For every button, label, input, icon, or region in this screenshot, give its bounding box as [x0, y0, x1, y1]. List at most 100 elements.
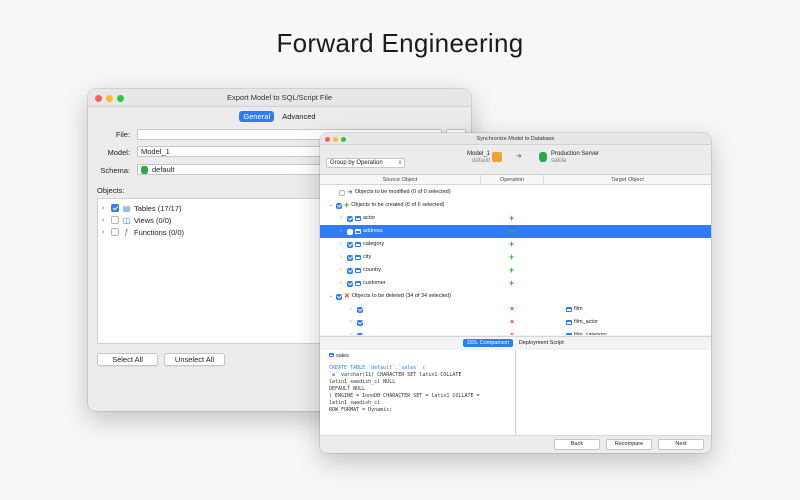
chevron-right-icon[interactable]: ›: [102, 217, 108, 224]
group-row-created[interactable]: ⌄ + Objects to be created (6 of 6 select…: [320, 199, 711, 212]
row-checkbox[interactable]: [347, 215, 353, 222]
delete-icon: ✕: [344, 293, 350, 300]
chevron-right-icon[interactable]: ›: [350, 316, 355, 329]
table-icon: [355, 255, 361, 260]
target-object: film_actor: [574, 319, 598, 325]
create-op-icon: +: [509, 239, 515, 249]
code-line: CREATE TABLE `default`.`sales` (: [329, 365, 426, 371]
tab-advanced[interactable]: Advanced: [278, 111, 319, 122]
group-row-modified[interactable]: ➜ Objects to be modified (0 of 0 selecte…: [320, 186, 711, 199]
minimize-button[interactable]: [333, 136, 338, 142]
group-checkbox[interactable]: [336, 293, 342, 300]
tab-general[interactable]: General: [239, 111, 275, 122]
table-icon: [566, 307, 572, 312]
table-icon: [355, 216, 361, 221]
tab-ddl-comparison[interactable]: DDL Comparison: [463, 339, 514, 347]
code-line: ) ENGINE = InnoDB CHARACTER SET = latin1…: [329, 393, 480, 406]
next-button[interactable]: Next: [658, 439, 704, 450]
recompare-button[interactable]: Recompare: [606, 439, 652, 450]
unselect-all-button[interactable]: Unselect All: [164, 353, 225, 366]
ddl-panel: sales CREATE TABLE `default`.`sales` ( `…: [320, 350, 516, 435]
table-icon: [355, 229, 361, 234]
chevron-right-icon[interactable]: ›: [350, 303, 355, 316]
sync-titlebar: Synchronize Model to Database: [320, 133, 711, 145]
group-label: Objects to be created (6 of 6 selected): [351, 202, 445, 208]
group-row-deleted[interactable]: ⌄ ✕ Objects to be deleted (34 of 34 sele…: [320, 290, 711, 303]
delete-op-icon: ×: [510, 319, 515, 326]
column-operation[interactable]: Operation: [481, 175, 544, 185]
source-object: city: [363, 254, 372, 260]
select-all-button[interactable]: Select All: [97, 353, 158, 366]
chevron-right-icon[interactable]: ›: [340, 264, 345, 277]
group-checkbox[interactable]: [339, 189, 345, 196]
zoom-button[interactable]: [341, 136, 346, 142]
close-button[interactable]: [325, 136, 330, 142]
chevron-right-icon[interactable]: ›: [102, 205, 108, 212]
create-op-icon: +: [509, 226, 515, 236]
row-checkbox[interactable]: [347, 254, 353, 261]
delete-op-icon: ×: [510, 306, 515, 313]
table-icon: [566, 320, 572, 325]
row-checkbox[interactable]: [347, 267, 353, 274]
tree-item-label: Functions (0/0): [134, 227, 185, 237]
table-icon: [355, 281, 361, 286]
chevron-right-icon[interactable]: ›: [340, 238, 345, 251]
chevron-right-icon[interactable]: ›: [340, 277, 345, 290]
target-name: Production Server: [551, 151, 600, 157]
group-by-select[interactable]: Group by Operation ⇕: [326, 158, 405, 168]
chevron-down-icon[interactable]: ⌄: [329, 290, 334, 303]
ddl-code: CREATE TABLE `default`.`sales` ( `a` var…: [329, 365, 511, 414]
back-button[interactable]: Back: [554, 439, 600, 450]
tree-item-functions[interactable]: › ƒ Functions (0/0): [102, 227, 184, 237]
chevron-right-icon[interactable]: ›: [350, 329, 355, 335]
views-checkbox[interactable]: [111, 216, 119, 224]
tab-deployment-script[interactable]: Deployment Script: [515, 339, 568, 347]
table-icon: [355, 242, 361, 247]
table-row[interactable]: › city +: [320, 251, 711, 264]
source-model: Model_1 default: [466, 151, 490, 165]
row-checkbox[interactable]: [357, 332, 363, 335]
export-titlebar: Export Model to SQL/Script File: [88, 89, 471, 107]
table-row[interactable]: › actor +: [320, 212, 711, 225]
minimize-button[interactable]: [106, 95, 113, 102]
ddl-target-panel: [517, 350, 711, 435]
row-checkbox[interactable]: [357, 319, 363, 326]
table-row[interactable]: › address +: [320, 225, 711, 238]
tables-checkbox[interactable]: [111, 204, 119, 212]
ddl-table-label: sales: [336, 353, 349, 359]
table-row[interactable]: › customer +: [320, 277, 711, 290]
bottom-tabs: DDL Comparison Deployment Script: [320, 336, 711, 349]
row-checkbox[interactable]: [357, 306, 363, 313]
table-row[interactable]: › × film: [320, 303, 711, 316]
plus-icon: +: [344, 200, 350, 210]
target-object: film: [574, 306, 583, 312]
chevron-right-icon[interactable]: ›: [102, 229, 108, 236]
chevron-right-icon[interactable]: ›: [340, 212, 345, 225]
table-row[interactable]: › category +: [320, 238, 711, 251]
chevron-right-icon[interactable]: ›: [340, 225, 345, 238]
table-row[interactable]: › × film_category: [320, 329, 711, 335]
target-server: Production Server sakila: [551, 151, 599, 165]
chevron-down-icon[interactable]: ⌄: [329, 199, 334, 212]
chevron-right-icon[interactable]: ›: [340, 251, 345, 264]
row-checkbox[interactable]: [347, 228, 353, 235]
tree-item-tables[interactable]: › ▤ Tables (17/17): [102, 203, 182, 213]
zoom-button[interactable]: [117, 95, 124, 102]
table-icon: [329, 353, 334, 357]
code-line: ROW_FORMAT = Dynamic;: [329, 407, 393, 413]
column-source-object[interactable]: Source Object: [320, 175, 481, 185]
row-checkbox[interactable]: [347, 280, 353, 287]
row-checkbox[interactable]: [347, 241, 353, 248]
create-op-icon: +: [509, 252, 515, 262]
arrow-right-icon: ➜: [347, 189, 353, 196]
group-checkbox[interactable]: [336, 202, 342, 209]
column-target-object[interactable]: Target Object: [544, 175, 711, 185]
functions-checkbox[interactable]: [111, 228, 119, 236]
table-row[interactable]: › × film_actor: [320, 316, 711, 329]
source-object: category: [363, 241, 385, 247]
chevron-updown-icon: ⇕: [397, 160, 402, 166]
close-button[interactable]: [95, 95, 102, 102]
tree-item-views[interactable]: › ◫ Views (0/0): [102, 215, 171, 225]
table-row[interactable]: › country +: [320, 264, 711, 277]
tree-item-label: Views (0/0): [134, 215, 172, 225]
